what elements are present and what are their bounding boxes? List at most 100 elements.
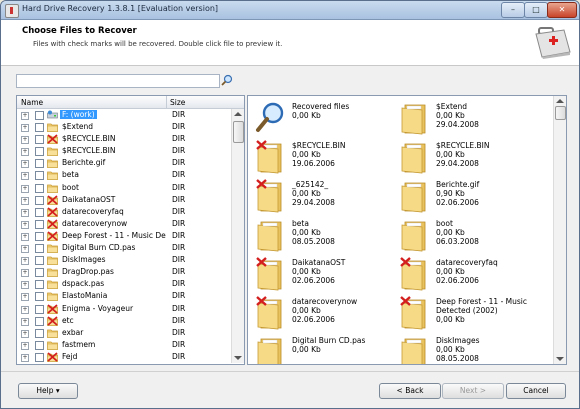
- folder-tree[interactable]: Name Size + F: (work) DIR + $Extend DIR + $RECY…: [16, 95, 245, 365]
- file-tile[interactable]: beta 0,00 Kb 08.05.2008: [251, 216, 396, 256]
- row-checkbox[interactable]: [35, 280, 44, 290]
- expand-icon[interactable]: +: [21, 257, 29, 266]
- tree-row[interactable]: + etc DIR: [17, 315, 232, 327]
- tree-row[interactable]: + Enigma - Voyageur DIR: [17, 303, 232, 315]
- magnifier-icon[interactable]: [221, 74, 233, 86]
- tree-row[interactable]: + exbar DIR: [17, 327, 232, 339]
- tree-row[interactable]: + DaikatanaOST DIR: [17, 194, 232, 206]
- scroll-down-icon[interactable]: [556, 357, 564, 361]
- tree-row[interactable]: + beta DIR: [17, 169, 232, 181]
- tree-scrollbar[interactable]: [231, 109, 244, 363]
- row-checkbox[interactable]: [35, 219, 44, 229]
- file-tile[interactable]: Recovered files 0,00 Kb: [251, 99, 396, 139]
- tree-row[interactable]: + $RECYCLE.BIN DIR: [17, 145, 232, 157]
- row-checkbox[interactable]: [35, 268, 44, 278]
- expand-icon[interactable]: +: [21, 232, 29, 241]
- scroll-thumb[interactable]: [233, 121, 244, 143]
- expand-icon[interactable]: +: [21, 136, 29, 145]
- tree-row[interactable]: + dspack.pas DIR: [17, 278, 232, 290]
- expand-icon[interactable]: +: [21, 184, 29, 193]
- tree-row[interactable]: + Digital Burn CD.pas DIR: [17, 242, 232, 254]
- tree-row[interactable]: + ElastoMania DIR: [17, 290, 232, 302]
- expand-icon[interactable]: +: [21, 112, 29, 120]
- row-checkbox[interactable]: [35, 244, 44, 254]
- row-checkbox[interactable]: [35, 316, 44, 326]
- row-checkbox[interactable]: [35, 147, 44, 157]
- row-checkbox[interactable]: [35, 135, 44, 145]
- tree-row[interactable]: + boot DIR: [17, 182, 232, 194]
- expand-icon[interactable]: +: [21, 172, 29, 181]
- minimize-button[interactable]: –: [501, 2, 525, 18]
- column-size[interactable]: Size: [170, 98, 185, 107]
- expand-icon[interactable]: +: [21, 353, 29, 362]
- file-tile[interactable]: datarecoverynow 0,00 Kb 02.06.2006: [251, 294, 396, 334]
- file-tile[interactable]: datarecoveryfaq 0,00 Kb 02.06.2006: [395, 255, 540, 295]
- tree-row[interactable]: + DiskImages DIR: [17, 254, 232, 266]
- search-input[interactable]: [16, 74, 220, 88]
- tree-row[interactable]: + Fejd DIR: [17, 351, 232, 363]
- expand-icon[interactable]: +: [21, 245, 29, 254]
- row-checkbox[interactable]: [35, 328, 44, 338]
- column-divider[interactable]: [166, 96, 167, 108]
- expand-icon[interactable]: +: [21, 317, 29, 326]
- column-name[interactable]: Name: [21, 98, 43, 107]
- row-checkbox[interactable]: [35, 340, 44, 350]
- expand-icon[interactable]: +: [21, 341, 29, 350]
- row-checkbox[interactable]: [35, 256, 44, 266]
- expand-icon[interactable]: +: [21, 208, 29, 217]
- expand-icon[interactable]: +: [21, 124, 29, 133]
- expand-icon[interactable]: +: [21, 293, 29, 302]
- tree-row[interactable]: + DragDrop.pas DIR: [17, 266, 232, 278]
- scroll-down-icon[interactable]: [234, 356, 242, 360]
- tree-row[interactable]: + datarecoverynow DIR: [17, 218, 232, 230]
- file-tile[interactable]: $RECYCLE.BIN 0,00 Kb 29.04.2008: [395, 138, 540, 178]
- tree-row[interactable]: + Berichte.gif DIR: [17, 157, 232, 169]
- file-tile[interactable]: $RECYCLE.BIN 0,00 Kb 19.06.2006: [251, 138, 396, 178]
- row-checkbox[interactable]: [35, 111, 44, 120]
- cancel-button[interactable]: Cancel: [506, 383, 566, 399]
- expand-icon[interactable]: +: [21, 148, 29, 157]
- row-checkbox[interactable]: [35, 352, 44, 362]
- row-checkbox[interactable]: [35, 231, 44, 241]
- file-grid[interactable]: Recovered files 0,00 Kb $Extend 0,00 Kb 29.0…: [247, 95, 567, 365]
- maximize-button[interactable]: □: [524, 2, 548, 18]
- expand-icon[interactable]: +: [21, 281, 29, 290]
- tree-row[interactable]: + $Extend DIR: [17, 121, 232, 133]
- row-checkbox[interactable]: [35, 292, 44, 302]
- file-tile[interactable]: DiskImages 0,00 Kb 08.05.2008: [395, 333, 540, 364]
- expand-icon[interactable]: +: [21, 160, 29, 169]
- file-tile[interactable]: Deep Forest - 11 - Music Detected (2002) 0…: [395, 294, 540, 334]
- close-button[interactable]: ✕: [547, 2, 577, 18]
- deleted-folder-icon: [47, 134, 58, 145]
- row-checkbox[interactable]: [35, 183, 44, 193]
- tree-row[interactable]: + fastmem DIR: [17, 339, 232, 351]
- tree-row[interactable]: + $RECYCLE.BIN DIR: [17, 133, 232, 145]
- scroll-up-icon[interactable]: [234, 112, 242, 116]
- row-checkbox[interactable]: [35, 159, 44, 169]
- file-tile[interactable]: DaikatanaOST 0,00 Kb 02.06.2006: [251, 255, 396, 295]
- expand-icon[interactable]: +: [21, 196, 29, 205]
- scroll-up-icon[interactable]: [556, 99, 564, 103]
- row-checkbox[interactable]: [35, 195, 44, 205]
- expand-icon[interactable]: +: [21, 269, 29, 278]
- tree-row[interactable]: + Deep Forest - 11 - Music Detect... DIR: [17, 230, 232, 242]
- file-tile[interactable]: _625142_ 0,00 Kb 29.04.2008: [251, 177, 396, 217]
- row-checkbox[interactable]: [35, 207, 44, 217]
- expand-icon[interactable]: +: [21, 305, 29, 314]
- tree-row[interactable]: + datarecoveryfaq DIR: [17, 206, 232, 218]
- row-checkbox[interactable]: [35, 123, 44, 133]
- scroll-thumb[interactable]: [555, 106, 566, 120]
- tree-row[interactable]: + F: (work) DIR: [17, 109, 232, 121]
- help-button[interactable]: Help ▾: [18, 383, 78, 399]
- file-tile[interactable]: Digital Burn CD.pas 0,00 Kb: [251, 333, 396, 364]
- expand-icon[interactable]: +: [21, 329, 29, 338]
- back-button[interactable]: < Back: [379, 383, 441, 399]
- next-button[interactable]: Next >: [442, 383, 504, 399]
- grid-scrollbar[interactable]: [553, 96, 566, 364]
- file-tile[interactable]: $Extend 0,00 Kb 29.04.2008: [395, 99, 540, 139]
- file-tile[interactable]: Berichte.gif 0,90 Kb 02.06.2006: [395, 177, 540, 217]
- row-checkbox[interactable]: [35, 304, 44, 314]
- expand-icon[interactable]: +: [21, 220, 29, 229]
- file-tile[interactable]: boot 0,00 Kb 06.03.2008: [395, 216, 540, 256]
- row-checkbox[interactable]: [35, 171, 44, 181]
